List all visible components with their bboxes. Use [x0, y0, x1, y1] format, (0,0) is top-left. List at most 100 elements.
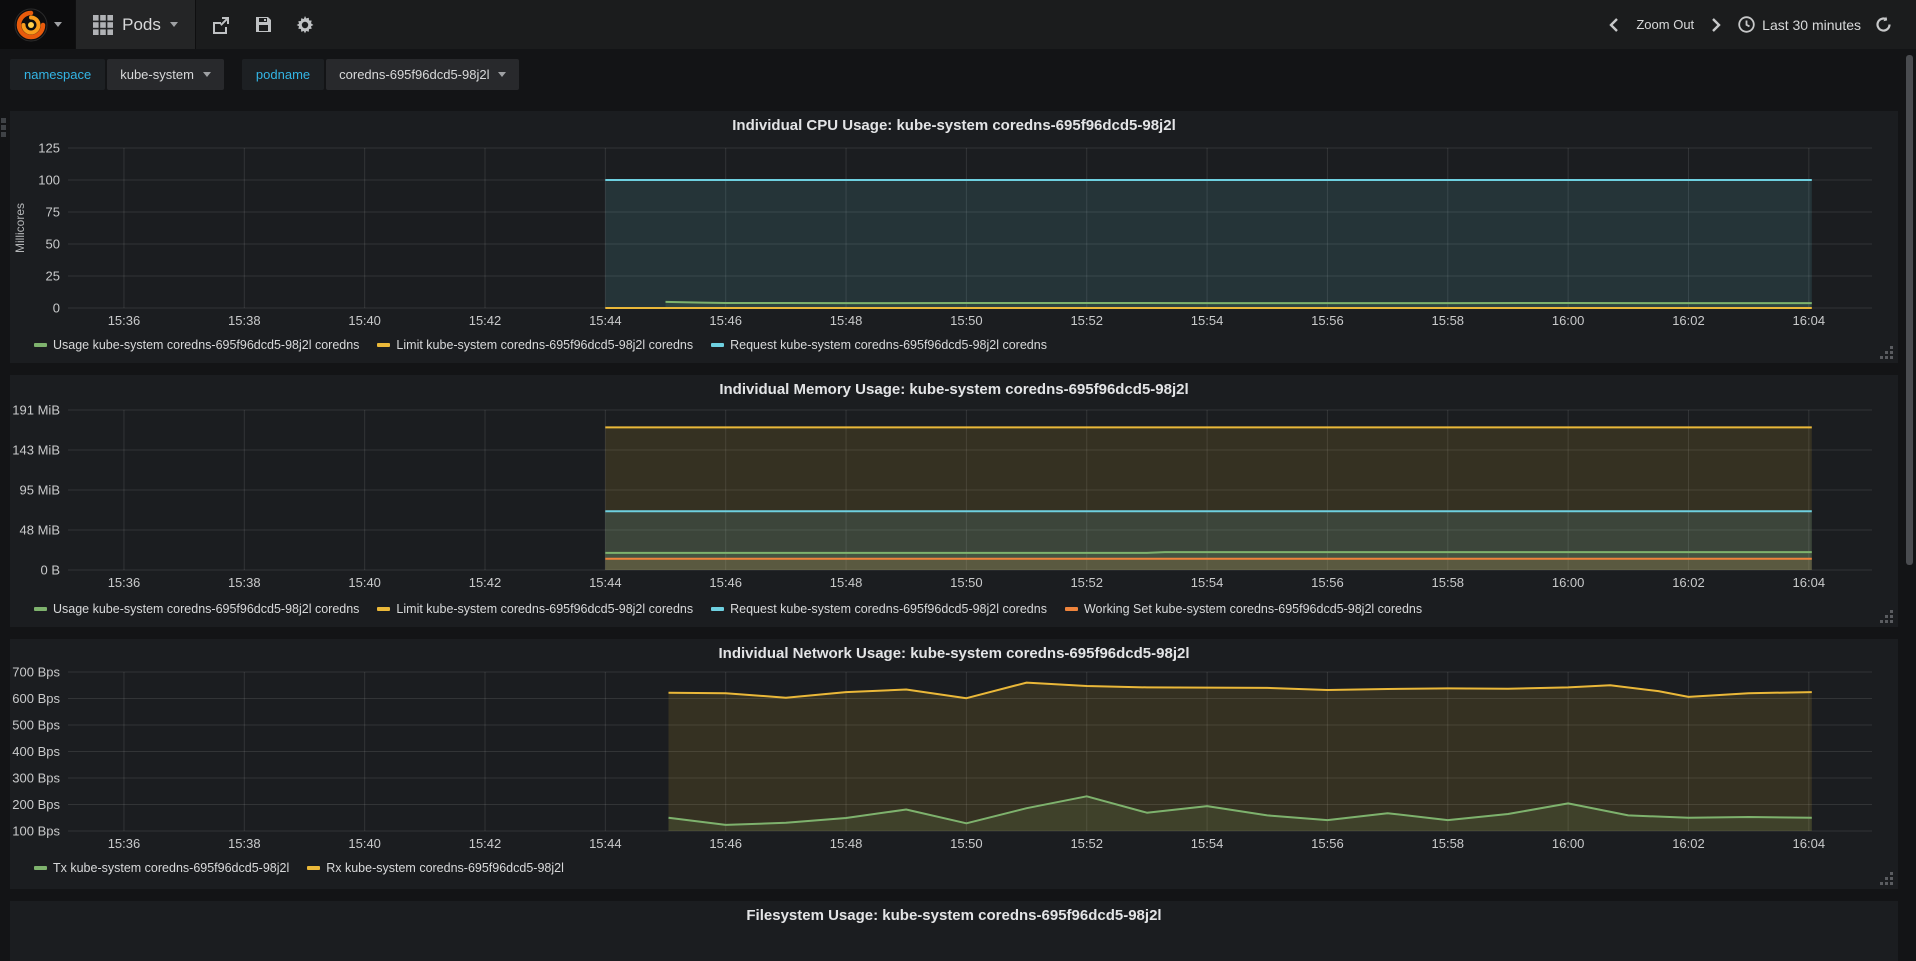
svg-text:15:56: 15:56 [1311, 836, 1344, 851]
nav-action-icons [196, 0, 314, 49]
svg-text:48 MiB: 48 MiB [20, 523, 60, 538]
svg-text:125: 125 [38, 141, 60, 156]
dashboard-grid-icon [93, 14, 114, 35]
nav-right-controls: Zoom Out Last 30 minutes [1605, 0, 1892, 49]
variable-label-namespace: namespace [10, 59, 106, 90]
svg-text:15:38: 15:38 [228, 575, 261, 590]
svg-text:75: 75 [46, 205, 60, 220]
svg-text:15:42: 15:42 [469, 313, 502, 328]
svg-text:16:00: 16:00 [1552, 575, 1585, 590]
panel-resize-grip[interactable] [1880, 872, 1894, 886]
legend-series-color-icon [34, 866, 47, 870]
svg-text:15:52: 15:52 [1070, 836, 1103, 851]
svg-text:15:42: 15:42 [469, 575, 502, 590]
svg-text:15:44: 15:44 [589, 575, 622, 590]
grafana-dashboard: Pods Zoom Out Last 30 minutes namespace … [0, 0, 1916, 961]
legend-item[interactable]: Request kube-system coredns-695f96dcd5-9… [711, 338, 1047, 352]
legend-series-label: Usage kube-system coredns-695f96dcd5-98j… [53, 602, 360, 616]
svg-text:16:04: 16:04 [1793, 313, 1826, 328]
legend-item[interactable]: Rx kube-system coredns-695f96dcd5-98j2l [307, 861, 564, 875]
panel-resize-grip[interactable] [1880, 346, 1894, 360]
legend-series-color-icon [377, 343, 391, 347]
legend-item[interactable]: Limit kube-system coredns-695f96dcd5-98j… [377, 602, 693, 616]
svg-text:15:58: 15:58 [1432, 575, 1465, 590]
variable-label-podname: podname [241, 59, 325, 90]
grafana-menu-button[interactable] [0, 0, 75, 49]
svg-text:16:02: 16:02 [1672, 313, 1705, 328]
network-usage-chart[interactable]: 100 Bps 200 Bps 300 Bps 400 Bps 500 Bps 600 B… [10, 639, 1898, 889]
svg-text:15:40: 15:40 [348, 836, 381, 851]
refresh-button[interactable] [1874, 16, 1892, 34]
legend-item[interactable]: Usage kube-system coredns-695f96dcd5-98j… [34, 602, 359, 616]
legend-series-label: Request kube-system coredns-695f96dcd5-9… [730, 602, 1047, 616]
svg-text:15:54: 15:54 [1191, 575, 1224, 590]
svg-text:15:44: 15:44 [589, 313, 622, 328]
svg-text:300 Bps: 300 Bps [12, 771, 60, 786]
chevron-down-icon [202, 72, 211, 77]
legend-series-color-icon [307, 866, 321, 870]
svg-text:15:48: 15:48 [830, 313, 863, 328]
cpu-usage-chart[interactable]: 0 25 50 75 100 125 15:36 15:38 15:40 15:42 15:44 15… [10, 111, 1898, 363]
share-button[interactable] [212, 16, 230, 34]
svg-text:15:46: 15:46 [709, 575, 742, 590]
memory-usage-chart[interactable]: 0 B 48 MiB 95 MiB 143 MiB 191 MiB 15:36 15:38 1… [10, 375, 1898, 627]
svg-text:16:02: 16:02 [1672, 836, 1705, 851]
legend-item[interactable]: Request kube-system coredns-695f96dcd5-9… [711, 602, 1047, 616]
save-button[interactable] [254, 16, 272, 34]
svg-text:16:02: 16:02 [1672, 575, 1705, 590]
zoom-out-button[interactable]: Zoom Out [1636, 17, 1694, 32]
svg-text:15:50: 15:50 [950, 575, 983, 590]
time-forward-button[interactable] [1707, 16, 1725, 34]
svg-text:15:36: 15:36 [108, 575, 141, 590]
svg-text:15:46: 15:46 [709, 836, 742, 851]
svg-text:15:36: 15:36 [108, 313, 141, 328]
row-drag-handle[interactable] [1, 118, 8, 137]
memory-legend: Usage kube-system coredns-695f96dcd5-98j… [34, 602, 1422, 616]
svg-text:25: 25 [46, 269, 60, 284]
dashboard-picker[interactable]: Pods [75, 0, 196, 49]
panel-resize-grip[interactable] [1880, 610, 1894, 624]
svg-text:15:56: 15:56 [1311, 313, 1344, 328]
svg-text:15:58: 15:58 [1432, 836, 1465, 851]
svg-text:95 MiB: 95 MiB [20, 482, 60, 497]
svg-text:16:04: 16:04 [1793, 575, 1826, 590]
variable-value-namespace: kube-system [120, 67, 194, 82]
svg-text:15:44: 15:44 [589, 836, 622, 851]
settings-gear-button[interactable] [296, 15, 314, 34]
legend-item[interactable]: Limit kube-system coredns-695f96dcd5-98j… [377, 338, 693, 352]
legend-series-label: Limit kube-system coredns-695f96dcd5-98j… [396, 338, 694, 352]
svg-text:15:48: 15:48 [830, 575, 863, 590]
panel-memory-usage: Individual Memory Usage: kube-system cor… [10, 375, 1898, 627]
svg-text:Millicores: Millicores [13, 203, 27, 253]
svg-text:143 MiB: 143 MiB [12, 442, 60, 457]
svg-text:16:04: 16:04 [1793, 836, 1826, 851]
variable-value-podname: coredns-695f96dcd5-98j2l [339, 67, 490, 82]
variable-select-namespace[interactable]: kube-system [107, 59, 224, 90]
svg-text:15:54: 15:54 [1191, 313, 1224, 328]
legend-series-label: Tx kube-system coredns-695f96dcd5-98j2l [53, 861, 290, 875]
svg-text:15:36: 15:36 [108, 836, 141, 851]
panel-filesystem-usage: Filesystem Usage: kube-system coredns-69… [10, 901, 1898, 961]
svg-text:600 Bps: 600 Bps [12, 691, 60, 706]
svg-text:0: 0 [53, 301, 60, 316]
svg-text:15:52: 15:52 [1070, 313, 1103, 328]
legend-item[interactable]: Tx kube-system coredns-695f96dcd5-98j2l [34, 861, 289, 875]
template-variables-row: namespace kube-system podname coredns-69… [10, 59, 520, 90]
svg-text:15:50: 15:50 [950, 836, 983, 851]
variable-select-podname[interactable]: coredns-695f96dcd5-98j2l [326, 59, 520, 90]
legend-item[interactable]: Working Set kube-system coredns-695f96dc… [1064, 602, 1422, 616]
top-navbar: Pods Zoom Out Last 30 minutes [0, 0, 1916, 49]
svg-text:15:42: 15:42 [469, 836, 502, 851]
panel-cpu-usage: Individual CPU Usage: kube-system coredn… [10, 111, 1898, 363]
time-back-button[interactable] [1605, 16, 1623, 34]
legend-item[interactable]: Usage kube-system coredns-695f96dcd5-98j… [34, 338, 359, 352]
svg-text:15:46: 15:46 [709, 313, 742, 328]
page-scrollbar[interactable] [1906, 55, 1913, 565]
svg-text:191 MiB: 191 MiB [12, 403, 60, 418]
svg-text:50: 50 [46, 237, 60, 252]
svg-text:16:00: 16:00 [1552, 313, 1585, 328]
panel-title[interactable]: Filesystem Usage: kube-system coredns-69… [10, 907, 1898, 924]
legend-series-color-icon [34, 607, 47, 611]
legend-series-color-icon [711, 607, 725, 611]
time-range-picker[interactable]: Last 30 minutes [1738, 16, 1861, 33]
